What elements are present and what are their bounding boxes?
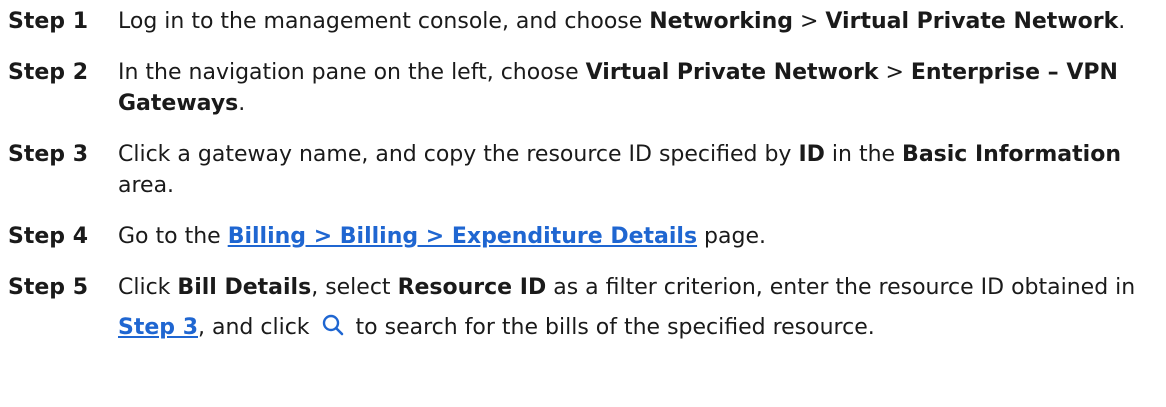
step-text: Go to the Billing > Billing > Expenditur… xyxy=(118,221,1166,252)
step-text-part: Click xyxy=(118,275,178,300)
step-5: Step 5 Click Bill Details, select Resour… xyxy=(0,272,1166,351)
step-3: Step 3 Click a gateway name, and copy th… xyxy=(0,139,1166,201)
step-text: Click Bill Details, select Resource ID a… xyxy=(118,268,1166,351)
step-text-part: Go to the xyxy=(118,224,228,249)
step-1: Step 1 Log in to the management console,… xyxy=(0,6,1166,37)
step-text-part: to search for the bills of the specified… xyxy=(348,315,875,340)
step-text: Click a gateway name, and copy the resou… xyxy=(118,139,1166,201)
step-text-part: area. xyxy=(118,173,175,198)
step-label: Step 5 xyxy=(8,275,88,300)
menu-name: Virtual Private Network xyxy=(825,9,1119,34)
menu-name: Networking xyxy=(649,9,793,34)
step-3-link[interactable]: Step 3 xyxy=(118,315,198,340)
step-text-part: > xyxy=(878,60,911,85)
step-text-part: . xyxy=(238,91,246,116)
step-label: Step 2 xyxy=(8,60,88,85)
expenditure-details-link[interactable]: Billing > Billing > Expenditure Details xyxy=(228,224,697,249)
step-4: Step 4 Go to the Billing > Billing > Exp… xyxy=(0,221,1166,252)
step-label: Step 1 xyxy=(8,9,88,34)
step-text-part: , select xyxy=(311,275,398,300)
step-text-part: in the xyxy=(824,142,903,167)
step-label: Step 3 xyxy=(8,142,88,167)
step-2: Step 2 In the navigation pane on the lef… xyxy=(0,57,1166,119)
step-text-part: page. xyxy=(697,224,766,249)
step-text: Log in to the management console, and ch… xyxy=(118,6,1166,37)
step-text-part: as a filter criterion, enter the resourc… xyxy=(546,275,1136,300)
step-text: In the navigation pane on the left, choo… xyxy=(118,57,1166,119)
step-text-part: > xyxy=(793,9,826,34)
tab-name: Bill Details xyxy=(177,275,312,300)
step-text-part: Click a gateway name, and copy the resou… xyxy=(118,142,799,167)
search-icon xyxy=(321,311,345,351)
procedure-steps: Step 1 Log in to the management console,… xyxy=(0,0,1166,351)
step-text-part: . xyxy=(1118,9,1126,34)
step-text-part: , and click xyxy=(198,315,317,340)
step-label: Step 4 xyxy=(8,224,88,249)
menu-name: Virtual Private Network xyxy=(585,60,879,85)
area-name: Basic Information xyxy=(902,142,1121,167)
step-text-part: In the navigation pane on the left, choo… xyxy=(118,60,586,85)
step-text-part: Log in to the management console, and ch… xyxy=(118,9,650,34)
filter-name: Resource ID xyxy=(397,275,547,300)
field-name: ID xyxy=(798,142,825,167)
